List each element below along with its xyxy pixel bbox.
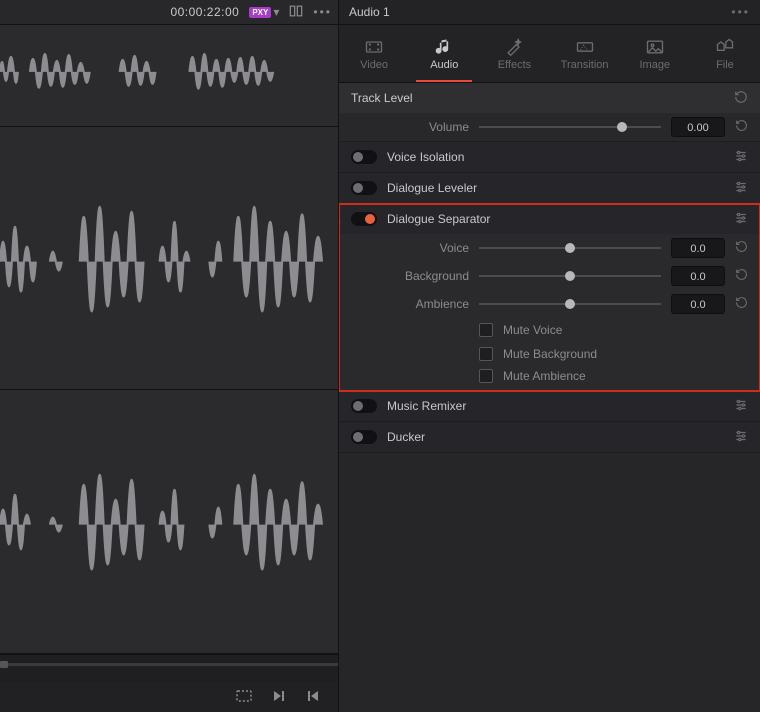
transport-controls: [0, 682, 338, 712]
prev-icon[interactable]: [306, 689, 320, 706]
tab-file[interactable]: File: [690, 25, 760, 82]
loop-icon[interactable]: [236, 689, 252, 706]
ds-bg-label: Background: [351, 269, 469, 283]
audio-track-1[interactable]: [0, 25, 338, 127]
inspector-empty-area: [339, 453, 760, 712]
timeline-panel: 00:00:22:00 PXY ▾ •••: [0, 0, 339, 712]
mute-voice-checkbox[interactable]: [479, 323, 493, 337]
track-level-label: Track Level: [351, 91, 413, 105]
mute-voice-label: Mute Voice: [503, 323, 562, 337]
proxy-badge[interactable]: PXY: [249, 7, 271, 18]
ds-voice-reset-icon[interactable]: [735, 240, 748, 256]
mute-background-label: Mute Background: [503, 347, 597, 361]
ds-bg-value[interactable]: 0.0: [671, 266, 725, 286]
ducker-toggle[interactable]: [351, 430, 377, 444]
section-voice-isolation: Voice Isolation: [339, 142, 760, 173]
section-dialogue-leveler: Dialogue Leveler: [339, 173, 760, 204]
sliders-icon[interactable]: [734, 211, 748, 228]
sliders-icon[interactable]: [734, 149, 748, 166]
ds-bg-reset-icon[interactable]: [735, 268, 748, 284]
dialogue-leveler-label: Dialogue Leveler: [387, 181, 477, 195]
sliders-icon[interactable]: [734, 180, 748, 197]
inspector-title-bar: Audio 1 •••: [339, 0, 760, 25]
ducker-label: Ducker: [387, 430, 425, 444]
section-ducker: Ducker: [339, 422, 760, 453]
section-dialogue-separator: Dialogue Separator Voice 0.0 Background: [339, 204, 760, 391]
mute-ambience-checkbox[interactable]: [479, 369, 493, 383]
ds-bg-slider[interactable]: [479, 275, 661, 277]
ds-voice-label: Voice: [351, 241, 469, 255]
ds-voice-value[interactable]: 0.0: [671, 238, 725, 258]
music-remixer-toggle[interactable]: [351, 399, 377, 413]
volume-value[interactable]: 0.00: [671, 117, 725, 137]
inspector-tabs: Video Audio Effects Transition Image Fil…: [339, 25, 760, 83]
mute-background-checkbox[interactable]: [479, 347, 493, 361]
tab-effects[interactable]: Effects: [479, 25, 549, 82]
volume-reset-icon[interactable]: [735, 119, 748, 135]
audio-tracks: [0, 25, 338, 654]
music-remixer-label: Music Remixer: [387, 399, 466, 413]
inspector-title: Audio 1: [349, 5, 390, 19]
inspector-more-icon[interactable]: •••: [731, 5, 750, 19]
next-icon[interactable]: [272, 689, 286, 706]
ds-voice-slider[interactable]: [479, 247, 661, 249]
voice-isolation-label: Voice Isolation: [387, 150, 464, 164]
ds-amb-reset-icon[interactable]: [735, 296, 748, 312]
volume-label: Volume: [351, 120, 469, 134]
ds-amb-slider[interactable]: [479, 303, 661, 305]
audio-track-2[interactable]: [0, 127, 338, 391]
reset-icon[interactable]: [734, 90, 748, 107]
columns-icon[interactable]: [289, 4, 303, 21]
tab-image[interactable]: Image: [620, 25, 690, 82]
ds-amb-value[interactable]: 0.0: [671, 294, 725, 314]
audio-track-3[interactable]: [0, 390, 338, 654]
voice-isolation-toggle[interactable]: [351, 150, 377, 164]
timecode-display[interactable]: 00:00:22:00: [170, 5, 239, 19]
ds-amb-label: Ambience: [351, 297, 469, 311]
sliders-icon[interactable]: [734, 398, 748, 415]
section-track-level: Track Level Volume 0.00: [339, 83, 760, 142]
volume-slider[interactable]: [479, 126, 661, 128]
tab-video[interactable]: Video: [339, 25, 409, 82]
mute-ambience-label: Mute Ambience: [503, 369, 586, 383]
dialogue-separator-label: Dialogue Separator: [387, 212, 490, 226]
timeline-header: 00:00:22:00 PXY ▾ •••: [0, 0, 338, 25]
dialogue-leveler-toggle[interactable]: [351, 181, 377, 195]
tab-audio[interactable]: Audio: [409, 25, 479, 82]
playhead-bar[interactable]: [0, 654, 338, 682]
dialogue-separator-toggle[interactable]: [351, 212, 377, 226]
chevron-down-icon[interactable]: ▾: [273, 5, 279, 19]
section-music-remixer: Music Remixer: [339, 391, 760, 422]
more-icon[interactable]: •••: [313, 5, 332, 19]
sliders-icon[interactable]: [734, 429, 748, 446]
tab-transition[interactable]: Transition: [550, 25, 620, 82]
inspector-panel: Audio 1 ••• Video Audio Effects Transiti…: [339, 0, 760, 712]
